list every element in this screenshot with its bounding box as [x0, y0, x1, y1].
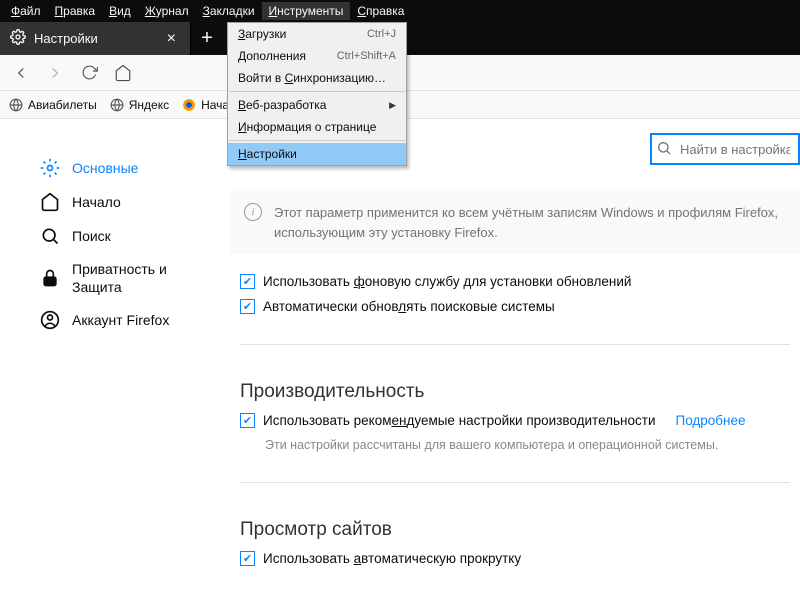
- menu-bookmarks[interactable]: Закладки: [196, 2, 262, 20]
- menu-tools[interactable]: Инструменты: [262, 2, 351, 20]
- dd-separator: [229, 140, 405, 141]
- menu-view[interactable]: Вид: [102, 2, 138, 20]
- dd-webdev[interactable]: Веб-разработка▶: [228, 94, 406, 116]
- info-icon: i: [244, 203, 262, 221]
- checkbox-icon[interactable]: ✔: [240, 413, 255, 428]
- gear-icon: [10, 29, 26, 48]
- section-performance-title: Производительность: [240, 381, 800, 403]
- section-browsing-title: Просмотр сайтов: [240, 519, 800, 541]
- menubar: Файл Правка Вид Журнал Закладки Инструме…: [0, 0, 800, 22]
- home-icon: [40, 192, 60, 212]
- menu-file[interactable]: Файл: [4, 2, 48, 20]
- back-button[interactable]: [6, 58, 36, 88]
- perf-hint: Эти настройки рассчитаны для вашего комп…: [265, 438, 800, 452]
- bookmark-aviabilety[interactable]: Авиабилеты: [8, 97, 97, 113]
- content-area: Основные Начало Поиск Приватность и Защи…: [0, 119, 800, 594]
- info-banner: i Этот параметр применится ко всем учётн…: [230, 191, 800, 254]
- check-bg-service[interactable]: ✔ Использовать фоновую службу для устано…: [240, 274, 800, 289]
- forward-button[interactable]: [40, 58, 70, 88]
- tools-dropdown: ЗагрузкиCtrl+J ДополненияCtrl+Shift+A Во…: [227, 22, 407, 166]
- divider: [240, 482, 790, 483]
- dd-separator: [229, 91, 405, 92]
- perf-more-link[interactable]: Подробнее: [676, 413, 746, 428]
- checkbox-icon[interactable]: ✔: [240, 551, 255, 566]
- check-perf-recommended[interactable]: ✔ Использовать рекомендуемые настройки п…: [240, 413, 800, 428]
- sidebar-item-privacy[interactable]: Приватность и Защита: [30, 253, 230, 303]
- settings-sidebar: Основные Начало Поиск Приватность и Защи…: [0, 119, 230, 594]
- checkbox-icon[interactable]: ✔: [240, 299, 255, 314]
- search-settings-input[interactable]: [650, 133, 800, 165]
- globe-icon: [109, 97, 125, 113]
- lock-icon: [40, 268, 60, 288]
- tab-title: Настройки: [34, 31, 98, 46]
- check-auto-search-engines[interactable]: ✔ Автоматически обновлять поисковые сист…: [240, 299, 800, 314]
- checkbox-icon[interactable]: ✔: [240, 274, 255, 289]
- sidebar-item-account[interactable]: Аккаунт Firefox: [30, 303, 230, 337]
- menu-history[interactable]: Журнал: [138, 2, 196, 20]
- dd-downloads[interactable]: ЗагрузкиCtrl+J: [228, 23, 406, 45]
- reload-button[interactable]: [74, 58, 104, 88]
- firefox-account-icon: [40, 310, 60, 330]
- check-autoscroll[interactable]: ✔ Использовать автоматическую прокрутку: [240, 551, 800, 566]
- submenu-arrow-icon: ▶: [389, 100, 396, 111]
- divider: [240, 344, 790, 345]
- sidebar-item-search[interactable]: Поиск: [30, 219, 230, 253]
- tab-close-icon[interactable]: ×: [163, 31, 180, 47]
- home-button[interactable]: [108, 58, 138, 88]
- firefox-icon: [181, 97, 197, 113]
- new-tab-button[interactable]: +: [190, 22, 223, 55]
- menu-edit[interactable]: Правка: [48, 2, 103, 20]
- sidebar-item-home[interactable]: Начало: [30, 185, 230, 219]
- dd-addons[interactable]: ДополненияCtrl+Shift+A: [228, 45, 406, 67]
- gear-icon: [40, 158, 60, 178]
- bookmark-yandex[interactable]: Яндекс: [109, 97, 169, 113]
- search-icon: [656, 140, 672, 159]
- dd-pageinfo[interactable]: Информация о странице: [228, 116, 406, 138]
- dd-settings[interactable]: Настройки: [228, 143, 406, 165]
- search-settings-wrap: [650, 133, 800, 165]
- sidebar-item-general[interactable]: Основные: [30, 151, 230, 185]
- menu-help[interactable]: Справка: [350, 2, 411, 20]
- globe-icon: [8, 97, 24, 113]
- tab-settings[interactable]: Настройки ×: [0, 22, 190, 55]
- dd-sync-signin[interactable]: Войти в Синхронизацию…: [228, 67, 406, 89]
- settings-main: i Этот параметр применится ко всем учётн…: [230, 119, 800, 594]
- search-icon: [40, 226, 60, 246]
